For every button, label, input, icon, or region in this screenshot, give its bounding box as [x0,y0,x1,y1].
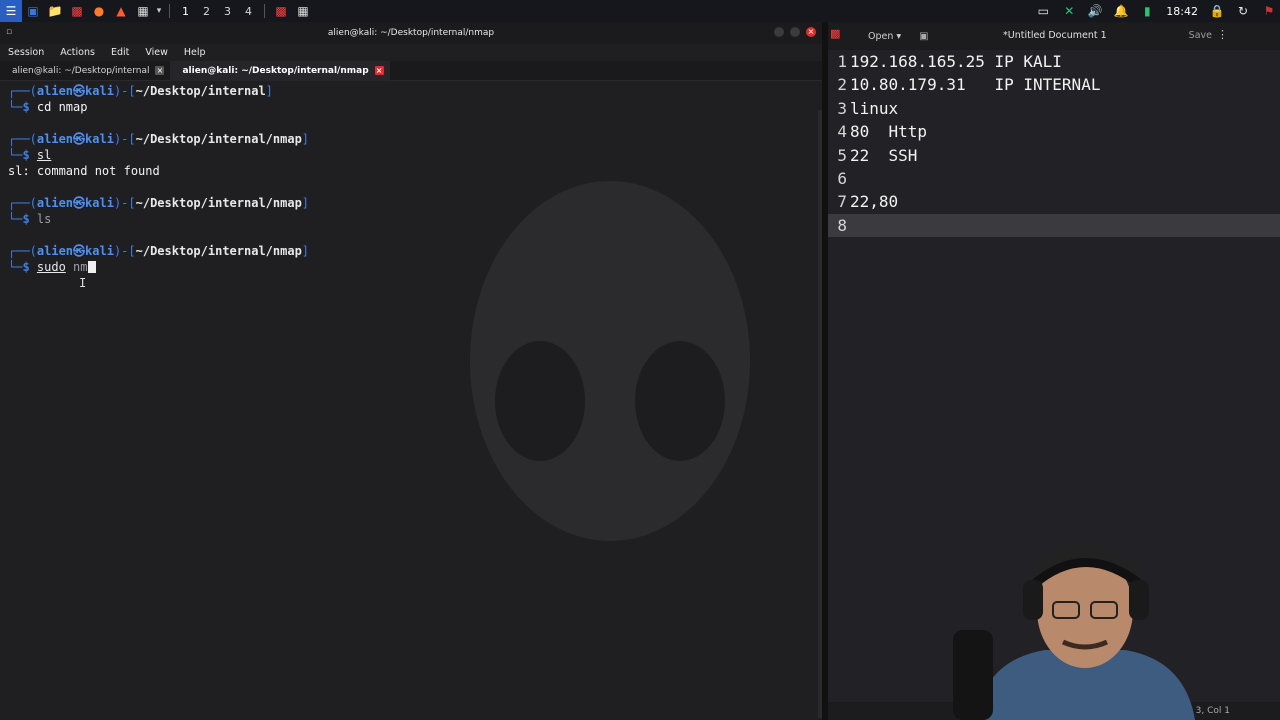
workspace-4[interactable]: 4 [238,5,259,18]
window-menu-icon[interactable]: ▫ [6,27,12,37]
command-partial: nm [73,260,88,274]
minimize-button[interactable] [774,27,784,37]
prompt-line: ┌──(alien㉿kali)-[~/Desktop/internal] [8,84,273,98]
editor-app-icon: ▩ [830,27,841,40]
line-number: 2 [837,75,847,95]
prompt-user: alien㉿kali [36,84,114,98]
terminal-title: alien@kali: ~/Desktop/internal/nmap [327,28,495,38]
prompt-path: ~/Desktop/internal/nmap [135,132,302,146]
line-number: 7 [837,192,847,212]
terminal-launcher-icon[interactable]: ▦ [132,0,154,22]
menu-view[interactable]: View [145,47,168,58]
mouse-ibeam-icon: I [79,276,87,290]
menu-session[interactable]: Session [8,47,44,58]
tab-close-icon[interactable]: × [155,66,165,75]
workspace-1[interactable]: 1 [175,5,196,18]
line-text: 22,80 [850,192,899,212]
editor-line: 1 192.168.165.25 IP KALI [828,50,1280,73]
text-cursor [87,261,96,273]
terminal-tabs: alien@kali: ~/Desktop/internal × alien@k… [0,60,822,81]
volume-icon[interactable]: 🔊 [1084,0,1106,22]
pdf-icon[interactable]: ▩ [66,0,88,22]
tab-nmap[interactable]: alien@kali: ~/Desktop/internal/nmap × [170,60,390,81]
tab-internal[interactable]: alien@kali: ~/Desktop/internal × [0,61,170,81]
menu-help[interactable]: Help [184,47,206,58]
window-controls: × [774,27,816,37]
editor-line: 5 22 SSH [828,144,1280,167]
line-text: 22 SSH [850,145,918,165]
editor-line: 4 80 Http [828,120,1280,143]
panel-separator [169,4,170,18]
editor-current-line: 8 [828,213,1280,238]
panel-tray: ▭ ✕ 🔊 🔔 ▮ 18:42 🔒 ↻ ⚑ [1032,0,1280,22]
editor-headerbar: ▩ Open ▾ ▣ *Untitled Document 1 Save ⋮ [828,22,1280,50]
desktop: ☰ ▣ 📁 ▩ ● ▲ ▦ ▾ 1 2 3 4 ▩ ▦ ▭ ✕ 🔊 🔔 ▮ 18… [0,0,1280,720]
editor-line: 3 linux [828,97,1280,120]
top-panel: ☰ ▣ 📁 ▩ ● ▲ ▦ ▾ 1 2 3 4 ▩ ▦ ▭ ✕ 🔊 🔔 ▮ 18… [0,0,1280,22]
terminal-menubar: Session Actions Edit View Help [0,44,822,61]
line-number: 4 [837,122,847,142]
lock-icon[interactable]: 🔒 [1206,0,1228,22]
files-icon[interactable]: 📁 [44,0,66,22]
prompt-user: alien㉿kali [36,132,114,146]
close-button[interactable]: × [806,27,816,37]
command-text: ls [36,212,52,226]
command-text: sl [36,148,52,162]
editor-task-icon[interactable]: ▩ [270,0,292,22]
editor-line: 6 [828,167,1280,190]
firefox-icon[interactable]: ● [88,0,110,22]
tab-close-icon[interactable]: × [374,66,384,75]
line-number: 8 [837,215,847,235]
prompt-path: ~/Desktop/internal/nmap [135,196,302,210]
line-text: 80 Http [850,122,928,142]
menu-actions[interactable]: Actions [60,47,95,58]
maximize-button[interactable] [790,27,800,37]
line-number: 1 [837,52,847,71]
prompt-path: ~/Desktop/internal [135,84,266,98]
editor-line: 2 10.80.179.31 IP INTERNAL [828,73,1280,96]
line-number: 5 [837,145,847,165]
editor-line: 7 22,80 [828,190,1280,213]
brave-icon[interactable]: ▲ [110,0,132,22]
workspace-2[interactable]: 2 [196,5,217,18]
terminal-window: ▫ alien@kali: ~/Desktop/internal/nmap × … [0,22,822,720]
kali-menu-icon[interactable]: ☰ [0,0,22,22]
terminal-titlebar[interactable]: ▫ alien@kali: ~/Desktop/internal/nmap × [0,22,822,44]
terminal-task-icon[interactable]: ▦ [292,0,314,22]
terminal-console[interactable]: ┌──(alien㉿kali)-[~/Desktop/internal] └─$… [0,81,822,698]
chevron-down-icon[interactable]: ▾ [154,0,164,22]
display-icon[interactable]: ▭ [1032,0,1054,22]
tab-label: alien@kali: ~/Desktop/internal/nmap [182,65,369,76]
menu-edit[interactable]: Edit [111,47,129,58]
prompt-path: ~/Desktop/internal/nmap [135,244,302,258]
panel-separator [264,4,265,18]
flag-icon[interactable]: ⚑ [1258,0,1280,22]
refresh-icon[interactable]: ↻ [1232,0,1254,22]
command-text: sudo [36,260,66,274]
open-button[interactable]: Open ▾ [860,28,909,45]
line-number: 3 [837,98,847,118]
line-text: 192.168.165.25 IP KALI [850,52,1062,71]
clock[interactable]: 18:42 [1166,5,1198,18]
line-number: 6 [837,168,847,188]
command-text: cd nmap [36,100,88,114]
webcam-presenter-image [953,542,1195,720]
editor-title: *Untitled Document 1 [1003,30,1107,41]
workspace-3[interactable]: 3 [217,5,238,18]
line-text: 10.80.179.31 IP INTERNAL [850,75,1101,95]
notification-bell-icon[interactable]: 🔔 [1110,0,1132,22]
new-document-icon[interactable]: ▣ [919,31,928,42]
hamburger-menu-icon[interactable]: ⋮ [1217,28,1228,41]
prompt-user: alien㉿kali [36,244,114,258]
prompt-user: alien㉿kali [36,196,114,210]
alien-watermark-icon [470,181,750,541]
battery-icon[interactable]: ▮ [1136,0,1158,22]
tab-label: alien@kali: ~/Desktop/internal [12,65,150,76]
show-desktop-icon[interactable]: ▣ [22,0,44,22]
xfce-icon[interactable]: ✕ [1058,0,1080,22]
save-button[interactable]: Save [1189,30,1212,41]
line-text: linux [850,98,899,118]
